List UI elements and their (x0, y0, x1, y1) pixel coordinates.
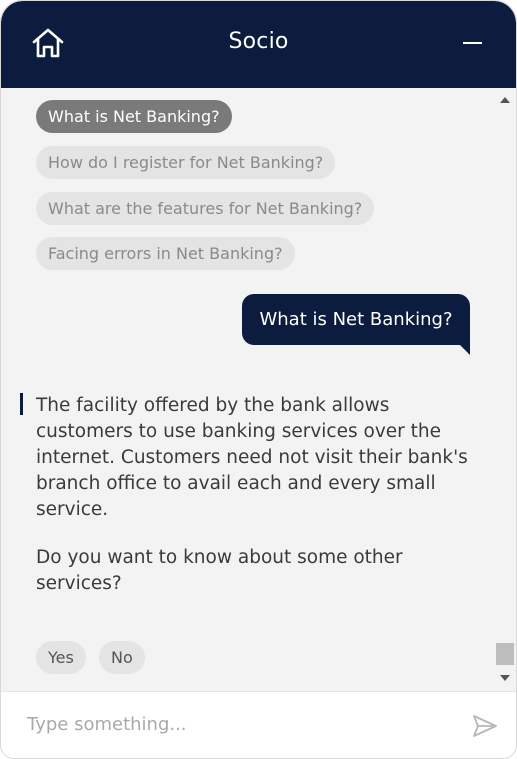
chat-header: Socio (1, 1, 516, 88)
suggestion-chip-selected[interactable]: What is Net Banking? (36, 100, 232, 133)
suggestion-chip[interactable]: What are the features for Net Banking? (36, 192, 375, 225)
user-message-bubble: What is Net Banking? (242, 294, 470, 355)
chat-messages: What is Net Banking? How do I register f… (1, 88, 493, 691)
quick-reply-no[interactable]: No (99, 641, 145, 674)
scrollbar-thumb[interactable] (496, 643, 514, 665)
suggestion-chip[interactable]: Facing errors in Net Banking? (36, 237, 295, 270)
user-message-text: What is Net Banking? (259, 309, 453, 330)
scroll-down-arrow-icon[interactable] (500, 675, 510, 681)
chat-widget: Socio What is Net Banking? How do I regi… (0, 0, 517, 759)
chat-scrollbar[interactable] (493, 88, 516, 691)
quick-reply-yes[interactable]: Yes (36, 641, 86, 674)
bot-message-text: The facility offered by the bank allows … (36, 395, 468, 520)
chat-title: Socio (228, 29, 289, 54)
message-input-bar (1, 691, 516, 758)
bot-message: The facility offered by the bank allows … (20, 393, 470, 597)
suggestion-chip[interactable]: How do I register for Net Banking? (36, 146, 336, 179)
bot-message-accent (20, 393, 23, 415)
bot-question-text: Do you want to know about some other ser… (36, 547, 403, 594)
minimize-icon[interactable] (459, 29, 487, 57)
send-icon[interactable] (471, 712, 499, 740)
message-input[interactable] (21, 704, 453, 744)
bubble-tail (460, 345, 470, 355)
scroll-up-arrow-icon[interactable] (500, 97, 510, 103)
